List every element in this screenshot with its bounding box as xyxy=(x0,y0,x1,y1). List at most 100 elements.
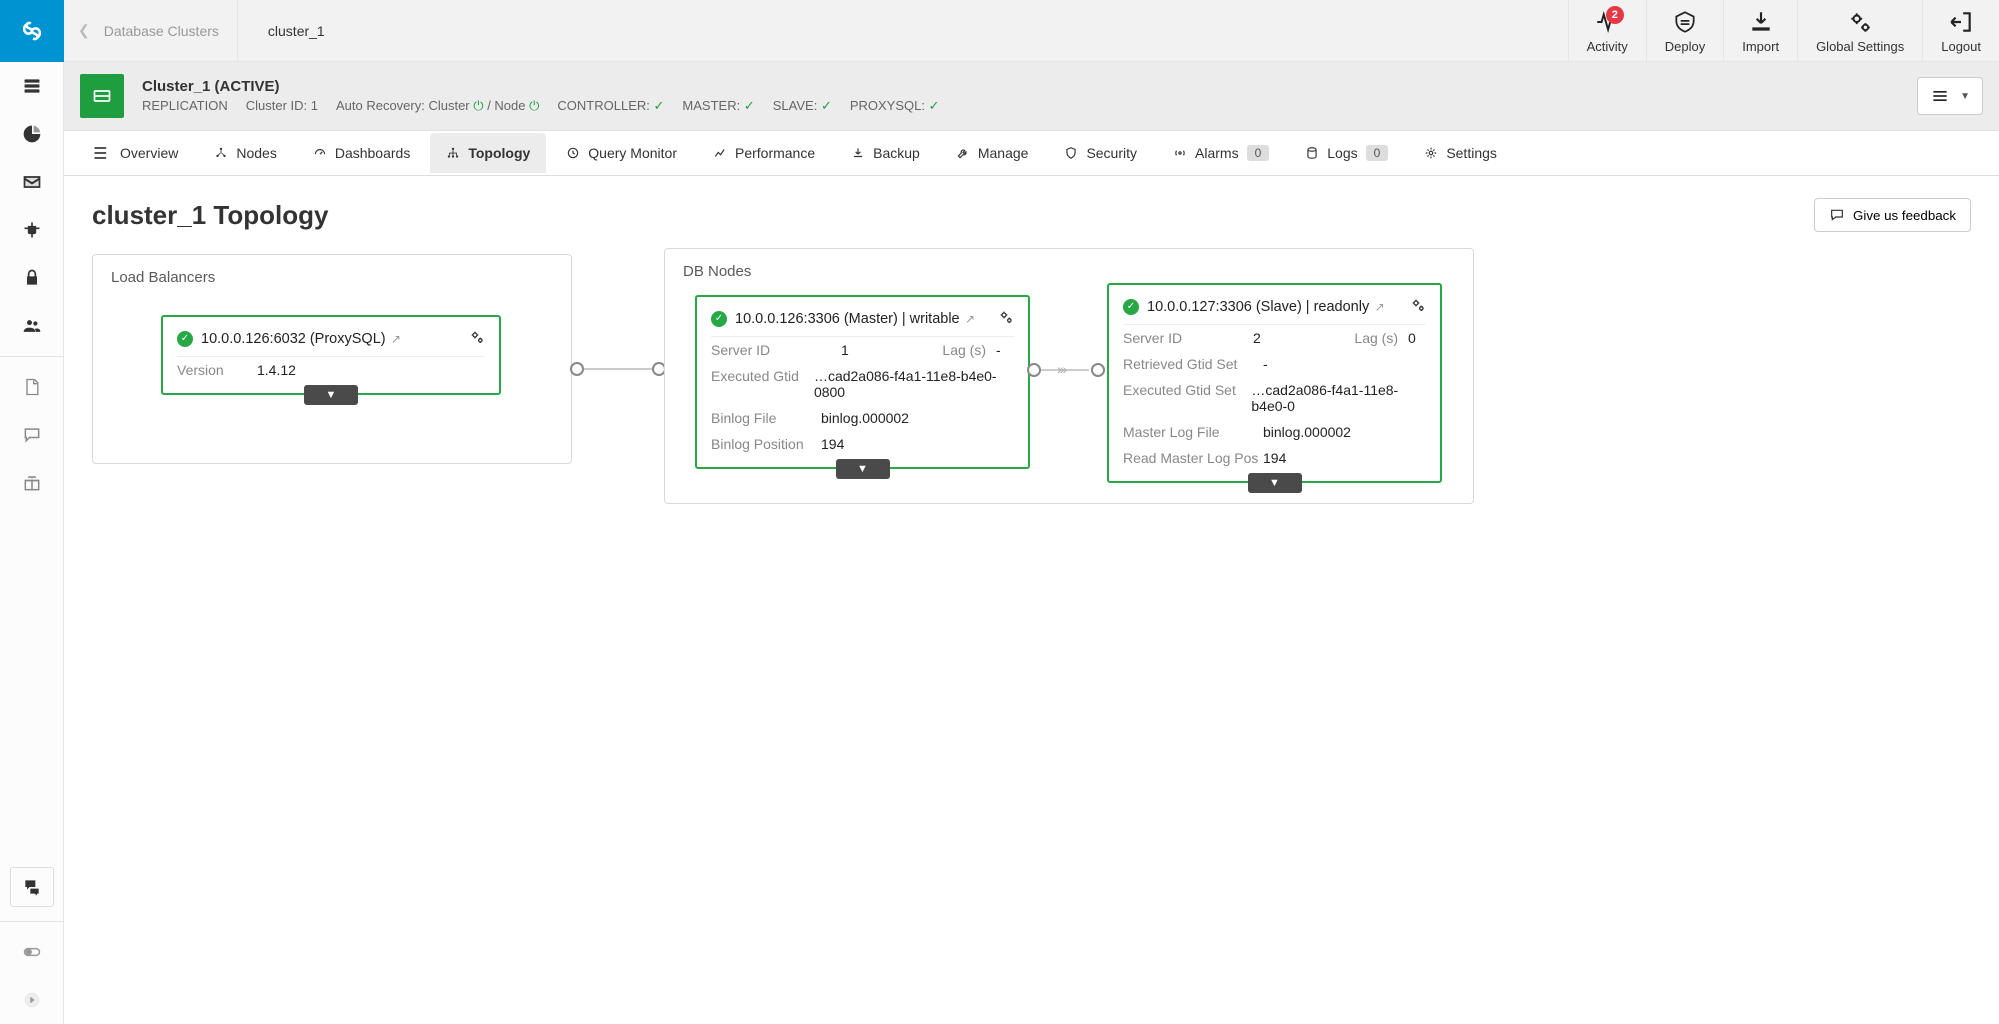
global-settings-button[interactable]: Global Settings xyxy=(1797,0,1922,61)
sidebar-chat-icon[interactable] xyxy=(0,411,64,459)
kv-value: 194 xyxy=(1263,450,1286,466)
kv-value: …cad2a086-f4a1-11e8-b4e0-0800 xyxy=(814,368,1014,400)
sidebar-next-icon[interactable] xyxy=(0,976,64,1024)
status-ok-icon: ✓ xyxy=(711,311,727,327)
disk-icon xyxy=(1305,146,1319,160)
sidebar-analytics-icon[interactable] xyxy=(0,110,64,158)
tab-dashboards[interactable]: Dashboards xyxy=(297,133,427,173)
tab-logs[interactable]: Logs0 xyxy=(1289,133,1404,173)
logout-label: Logout xyxy=(1941,39,1981,54)
node-settings-icon[interactable] xyxy=(998,309,1014,328)
connector-dot xyxy=(1027,363,1041,377)
sidebar-toggle-icon[interactable] xyxy=(0,928,64,976)
breadcrumb-current: cluster_1 xyxy=(237,0,355,62)
kv-key: Version xyxy=(177,362,257,378)
nodes-icon xyxy=(214,146,228,160)
proxysql-node-card[interactable]: ✓ 10.0.0.126:6032 (ProxySQL) ↗ Version1.… xyxy=(161,315,501,395)
kv-value: 1.4.12 xyxy=(257,362,296,378)
tab-backup[interactable]: Backup xyxy=(835,133,936,173)
expand-toggle[interactable]: ▼ xyxy=(304,385,358,405)
caret-down-icon: ▼ xyxy=(1960,91,1970,102)
replication-label: REPLICATION xyxy=(142,98,228,115)
breadcrumb: ❮ Database Clusters xyxy=(64,22,219,39)
activity-badge: 2 xyxy=(1606,6,1624,24)
node-settings-icon[interactable] xyxy=(469,329,485,348)
cluster-id-label: Cluster ID: 1 xyxy=(246,98,318,115)
list-icon xyxy=(92,143,112,163)
cluster-title: Cluster_1 (ACTIVE) xyxy=(142,77,940,97)
cluster-health-icon xyxy=(80,74,124,118)
deploy-button[interactable]: Deploy xyxy=(1646,0,1723,61)
db-panel-title: DB Nodes xyxy=(683,263,751,280)
kv-row: Retrieved Gtid Set- xyxy=(1123,351,1426,377)
sidebar-support-chat-icon[interactable] xyxy=(10,867,54,907)
expand-toggle[interactable]: ▼ xyxy=(1248,473,1302,493)
deploy-icon xyxy=(1672,9,1698,35)
global-settings-icon xyxy=(1847,9,1873,35)
cluster-actions-menu[interactable]: ▼ xyxy=(1917,77,1983,115)
breadcrumb-parent-link[interactable]: Database Clusters xyxy=(104,23,219,39)
deploy-label: Deploy xyxy=(1665,39,1705,54)
kv-key: Read Master Log Pos xyxy=(1123,450,1263,466)
breadcrumb-back-icon[interactable]: ❮ xyxy=(78,22,90,39)
kv-row: Executed Gtid Set…cad2a086-f4a1-11e8-b4e… xyxy=(1123,377,1426,419)
slave-node-title: 10.0.0.127:3306 (Slave) | readonly ↗ xyxy=(1147,299,1385,315)
kv-value: binlog.000002 xyxy=(1263,424,1351,440)
kv-key: Executed Gtid xyxy=(711,368,814,400)
node-settings-icon[interactable] xyxy=(1410,297,1426,316)
topbar: ❮ Database Clusters cluster_1 2 Activity… xyxy=(64,0,1999,62)
kv-row: Binlog Position194 xyxy=(711,431,1014,457)
tab-topology[interactable]: Topology xyxy=(430,133,546,173)
feedback-button[interactable]: Give us feedback xyxy=(1814,198,1971,232)
kv-key: Retrieved Gtid Set xyxy=(1123,356,1263,372)
cluster-status-strip: Cluster_1 (ACTIVE) REPLICATION Cluster I… xyxy=(64,62,1999,131)
controller-status: CONTROLLER: ✓ xyxy=(557,98,664,115)
master-node-title: 10.0.0.126:3306 (Master) | writable ↗ xyxy=(735,311,975,327)
broadcast-icon xyxy=(1173,146,1187,160)
kv-row: Version1.4.12 xyxy=(177,357,485,383)
expand-toggle[interactable]: ▼ xyxy=(836,459,890,479)
tab-performance[interactable]: Performance xyxy=(697,133,831,173)
master-node-card[interactable]: ✓ 10.0.0.126:3306 (Master) | writable ↗ … xyxy=(695,295,1030,469)
tab-manage[interactable]: Manage xyxy=(940,133,1045,173)
kv-value: binlog.000002 xyxy=(821,410,909,426)
kv-value: - xyxy=(1263,356,1268,372)
kv-value: 194 xyxy=(821,436,844,452)
logout-icon xyxy=(1948,9,1974,35)
tab-security[interactable]: Security xyxy=(1048,133,1153,173)
sidebar-plugin-icon[interactable] xyxy=(0,206,64,254)
cluster-tabs: Overview Nodes Dashboards Topology Query… xyxy=(64,131,1999,176)
sidebar-lock-icon[interactable] xyxy=(0,254,64,302)
tab-nodes[interactable]: Nodes xyxy=(198,133,292,173)
kv-row: Binlog Filebinlog.000002 xyxy=(711,405,1014,431)
connector-dot xyxy=(1091,363,1105,377)
kv-key: Binlog Position xyxy=(711,436,821,452)
sidebar-users-icon[interactable] xyxy=(0,302,64,350)
sidebar-gift-icon[interactable] xyxy=(0,459,64,507)
logout-button[interactable]: Logout xyxy=(1922,0,1999,61)
tab-overview[interactable]: Overview xyxy=(76,131,194,175)
status-ok-icon: ✓ xyxy=(177,331,193,347)
brand-logo[interactable] xyxy=(0,0,64,62)
sidebar-mail-icon[interactable] xyxy=(0,158,64,206)
external-link-icon[interactable]: ↗ xyxy=(388,332,401,346)
global-settings-label: Global Settings xyxy=(1816,39,1904,54)
external-link-icon[interactable]: ↗ xyxy=(962,312,975,326)
topology-canvas: Load Balancers ✓ 10.0.0.126:6032 (ProxyS… xyxy=(92,254,1971,574)
arrow-right-icon: ››› xyxy=(1057,361,1065,377)
load-balancers-panel: Load Balancers ✓ 10.0.0.126:6032 (ProxyS… xyxy=(92,254,572,464)
sidebar-clusters-icon[interactable] xyxy=(0,62,64,110)
tab-settings[interactable]: Settings xyxy=(1408,133,1513,173)
tab-query-monitor[interactable]: Query Monitor xyxy=(550,133,693,173)
kv-row: Executed Gtid…cad2a086-f4a1-11e8-b4e0-08… xyxy=(711,363,1014,405)
connector-dot xyxy=(570,362,584,376)
wrench-icon xyxy=(956,146,970,160)
download-icon xyxy=(851,146,865,160)
sidebar-docs-icon[interactable] xyxy=(0,363,64,411)
external-link-icon[interactable]: ↗ xyxy=(1371,300,1384,314)
kv-row: Read Master Log Pos194 xyxy=(1123,445,1426,471)
import-button[interactable]: Import xyxy=(1723,0,1797,61)
slave-node-card[interactable]: ✓ 10.0.0.127:3306 (Slave) | readonly ↗ S… xyxy=(1107,283,1442,483)
tab-alarms[interactable]: Alarms0 xyxy=(1157,133,1285,173)
activity-button[interactable]: 2 Activity xyxy=(1568,0,1646,61)
